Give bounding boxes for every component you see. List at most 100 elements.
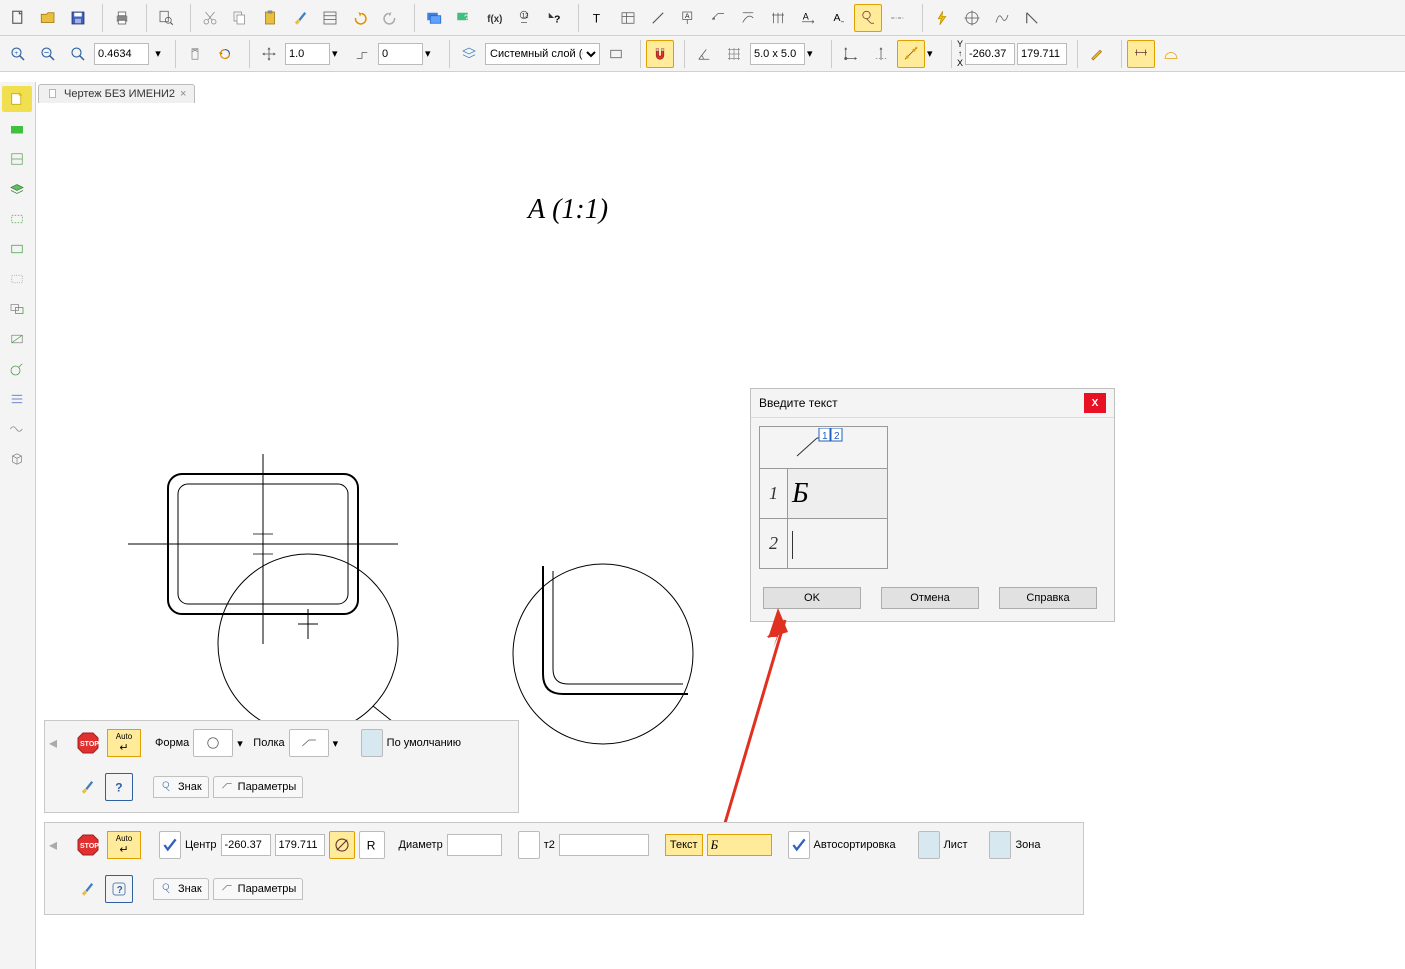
- lv-overlap-icon[interactable]: [2, 296, 32, 322]
- baseline-icon[interactable]: A: [794, 4, 822, 32]
- close-icon[interactable]: X: [1084, 393, 1106, 413]
- zone-toggle[interactable]: [989, 831, 1011, 859]
- zoom-fit-icon[interactable]: [64, 40, 92, 68]
- brush-icon[interactable]: [73, 875, 101, 903]
- origin-icon[interactable]: [837, 40, 865, 68]
- lv-list-icon[interactable]: [2, 386, 32, 412]
- brush-icon[interactable]: [73, 773, 101, 801]
- stop-button[interactable]: STOP: [73, 831, 103, 859]
- redo-icon[interactable]: [376, 4, 404, 32]
- save-icon[interactable]: [64, 4, 92, 32]
- center-y-input[interactable]: [275, 834, 325, 856]
- refresh-icon[interactable]: [211, 40, 239, 68]
- lightning-icon[interactable]: [928, 4, 956, 32]
- spline-icon[interactable]: [988, 4, 1016, 32]
- label-a-icon[interactable]: A: [824, 4, 852, 32]
- stop-button[interactable]: STOP: [73, 729, 103, 757]
- lv-grid-icon[interactable]: [2, 146, 32, 172]
- default-toggle[interactable]: [361, 729, 383, 757]
- row-1-value[interactable]: Б: [788, 469, 888, 519]
- polka-select[interactable]: [289, 729, 329, 757]
- protractor-icon[interactable]: [1157, 40, 1185, 68]
- cut-icon[interactable]: [196, 4, 224, 32]
- zoom-in-icon[interactable]: +: [4, 40, 32, 68]
- params-tab[interactable]: Параметры: [213, 878, 304, 900]
- leader-icon[interactable]: [704, 4, 732, 32]
- ok-button[interactable]: OK: [763, 587, 861, 609]
- form-select[interactable]: [193, 729, 233, 757]
- grid-icon[interactable]: [720, 40, 748, 68]
- collapse-icon[interactable]: ◂: [49, 835, 69, 855]
- sign-tab[interactable]: Знак: [153, 776, 209, 798]
- help-icon[interactable]: ?: [105, 773, 133, 801]
- arc-leader-icon[interactable]: [734, 4, 762, 32]
- help-button[interactable]: Справка: [999, 587, 1097, 609]
- center-check[interactable]: [159, 831, 181, 859]
- t2-check[interactable]: [518, 831, 540, 859]
- help-icon[interactable]: ?: [105, 875, 133, 903]
- print-icon[interactable]: [108, 4, 136, 32]
- text-type-header[interactable]: 12: [760, 427, 888, 469]
- coord-x-input[interactable]: [965, 43, 1015, 65]
- brush-icon[interactable]: [286, 4, 314, 32]
- params-tab[interactable]: Параметры: [213, 776, 304, 798]
- zoom-value-input[interactable]: [94, 43, 149, 65]
- coord-y-input[interactable]: [1017, 43, 1067, 65]
- sign-tab[interactable]: Знак: [153, 878, 209, 900]
- grid-size-input[interactable]: [750, 43, 805, 65]
- offset-input[interactable]: [378, 43, 423, 65]
- lv-layers-icon[interactable]: [2, 176, 32, 202]
- move-icon[interactable]: [255, 40, 283, 68]
- break-dim-icon[interactable]: [764, 4, 792, 32]
- list-icon[interactable]: 12: [510, 4, 538, 32]
- auto-button[interactable]: Auto↵: [107, 831, 141, 859]
- layer-cfg-icon[interactable]: [602, 40, 630, 68]
- file-open-icon[interactable]: [34, 4, 62, 32]
- t2-input[interactable]: [559, 834, 649, 856]
- properties-icon[interactable]: [316, 4, 344, 32]
- fx-icon[interactable]: f(x): [480, 4, 508, 32]
- lv-rect-icon[interactable]: [2, 236, 32, 262]
- help-icon[interactable]: ?: [540, 4, 568, 32]
- cancel-button[interactable]: Отмена: [881, 587, 979, 609]
- close-icon[interactable]: ×: [180, 88, 186, 100]
- lv-green-icon[interactable]: [2, 116, 32, 142]
- preview-icon[interactable]: [152, 4, 180, 32]
- collapse-icon[interactable]: ◂: [49, 733, 69, 753]
- angle-icon[interactable]: [690, 40, 718, 68]
- zoom-out-icon[interactable]: [34, 40, 62, 68]
- center-x-input[interactable]: [221, 834, 271, 856]
- undo-icon[interactable]: [346, 4, 374, 32]
- pencil-icon[interactable]: [1083, 40, 1111, 68]
- datum-icon[interactable]: [854, 4, 882, 32]
- axis-icon[interactable]: [867, 40, 895, 68]
- copy-icon[interactable]: [226, 4, 254, 32]
- row-2-value[interactable]: [788, 519, 888, 569]
- layers-blue-icon[interactable]: [420, 4, 448, 32]
- paste-icon[interactable]: [256, 4, 284, 32]
- lv-wave-icon[interactable]: [2, 416, 32, 442]
- auto-button[interactable]: Auto↵: [107, 729, 141, 757]
- magnet-icon[interactable]: [646, 40, 674, 68]
- corner-icon[interactable]: [1018, 4, 1046, 32]
- lv-rect-dot-icon[interactable]: [2, 266, 32, 292]
- lv-sheet-icon[interactable]: [2, 86, 32, 112]
- lv-diag-icon[interactable]: [2, 326, 32, 352]
- tower-icon[interactable]: [181, 40, 209, 68]
- scale-input[interactable]: [285, 43, 330, 65]
- diameter-icon[interactable]: [329, 831, 355, 859]
- text-frame-icon[interactable]: A: [674, 4, 702, 32]
- lv-rect-dash-icon[interactable]: [2, 206, 32, 232]
- lv-3d-icon[interactable]: [2, 446, 32, 472]
- target-icon[interactable]: [958, 4, 986, 32]
- step-icon[interactable]: [348, 40, 376, 68]
- file-new-icon[interactable]: [4, 4, 32, 32]
- lv-circle-icon[interactable]: [2, 356, 32, 382]
- layer-select[interactable]: Системный слой (0): [485, 43, 600, 65]
- radius-icon[interactable]: R: [359, 831, 385, 859]
- layer-stack-icon[interactable]: [455, 40, 483, 68]
- snap-cfg-icon[interactable]: [897, 40, 925, 68]
- text-tool-icon[interactable]: T: [584, 4, 612, 32]
- sheet-toggle[interactable]: [918, 831, 940, 859]
- diameter-input[interactable]: [447, 834, 502, 856]
